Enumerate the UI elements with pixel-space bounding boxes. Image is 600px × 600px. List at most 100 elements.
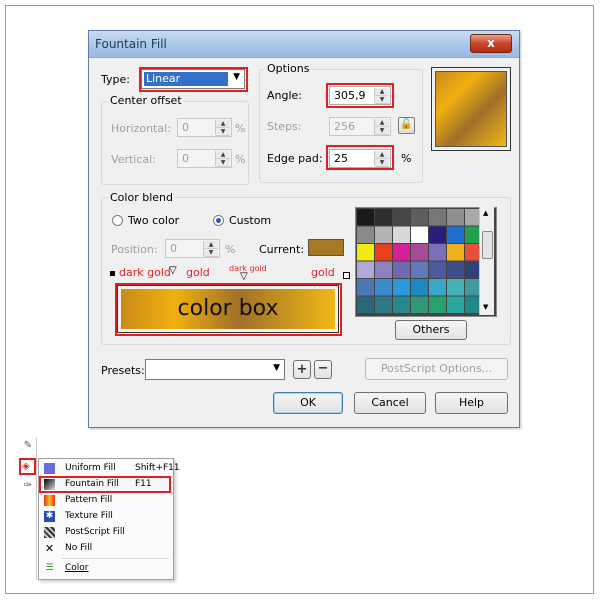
vertical-spinner[interactable]: 0 ▲ ▼ <box>177 149 232 168</box>
spin-down-icon[interactable]: ▼ <box>216 128 230 136</box>
palette-swatch[interactable] <box>393 226 410 244</box>
menu-item-texture-fill[interactable]: ✱ Texture Fill <box>40 509 172 524</box>
add-preset-icon[interactable]: + <box>293 360 311 379</box>
menu-item-color[interactable]: ☰ Color <box>40 561 172 576</box>
palette-swatch[interactable] <box>447 226 464 244</box>
palette-swatch[interactable] <box>411 209 428 226</box>
palette-swatch[interactable] <box>447 244 464 261</box>
pen-tool-icon[interactable]: ✎ <box>22 440 34 452</box>
palette-swatch[interactable] <box>393 261 410 279</box>
end-marker[interactable] <box>343 272 350 279</box>
cancel-button[interactable]: Cancel <box>354 392 426 414</box>
palette-swatch[interactable] <box>393 209 410 226</box>
gradient-preview-fill <box>435 71 507 147</box>
two-color-label[interactable]: Two color <box>128 214 179 227</box>
menu-item-label: PostScript Fill <box>65 527 125 537</box>
close-button[interactable]: x <box>470 34 512 53</box>
palette-swatch[interactable] <box>357 209 374 226</box>
spin-down-icon[interactable]: ▼ <box>216 159 230 167</box>
palette-swatch[interactable] <box>375 296 392 314</box>
palette-swatch[interactable] <box>357 261 374 279</box>
annotation-gold-right: gold <box>311 266 335 279</box>
help-button[interactable]: Help <box>435 392 508 414</box>
palette-swatch[interactable] <box>411 261 428 279</box>
remove-preset-icon[interactable]: − <box>314 360 332 379</box>
custom-label[interactable]: Custom <box>229 214 271 227</box>
menu-item-shortcut: Shift+F11 <box>135 463 180 473</box>
edge-pad-unit: % <box>401 152 412 165</box>
palette-swatch[interactable] <box>411 279 428 296</box>
custom-radio[interactable] <box>213 215 224 226</box>
palette-swatch[interactable] <box>429 209 446 226</box>
position-spinner[interactable]: 0 ▲ ▼ <box>165 239 220 258</box>
spin-up-icon[interactable]: ▲ <box>216 120 230 128</box>
triangle-marker-icon[interactable]: ▽ <box>169 265 177 276</box>
palette-swatch[interactable] <box>393 296 410 314</box>
palette-swatch[interactable] <box>429 279 446 296</box>
interactive-fill-icon[interactable]: ✑ <box>22 480 34 492</box>
palette-swatch[interactable] <box>393 244 410 261</box>
palette-swatch[interactable] <box>411 244 428 261</box>
menu-item-uniform-fill[interactable]: Uniform Fill Shift+F11 <box>40 461 180 476</box>
start-marker[interactable] <box>110 271 115 276</box>
scroll-down-icon[interactable]: ▼ <box>483 303 488 311</box>
palette-swatch[interactable] <box>429 261 446 279</box>
spin-up-icon[interactable]: ▲ <box>216 151 230 159</box>
scroll-thumb[interactable] <box>482 231 493 259</box>
palette-swatch[interactable] <box>429 296 446 314</box>
palette-swatch[interactable] <box>447 209 464 226</box>
triangle-marker-icon[interactable]: ▽ <box>240 271 248 282</box>
palette-swatch[interactable] <box>375 209 392 226</box>
palette-swatch[interactable] <box>429 226 446 244</box>
annotation-dark-gold-left: dark gold <box>119 266 171 279</box>
palette-swatch[interactable] <box>447 261 464 279</box>
spin-down-icon[interactable]: ▼ <box>204 249 218 257</box>
palette-swatch[interactable] <box>375 244 392 261</box>
menu-item-no-fill[interactable]: ✕ No Fill <box>40 541 172 556</box>
current-label: Current: <box>259 243 305 256</box>
palette-swatch[interactable] <box>357 296 374 314</box>
palette-scrollbar[interactable]: ▲ ▼ <box>479 207 494 315</box>
color-palette <box>355 207 497 317</box>
scroll-up-icon[interactable]: ▲ <box>483 209 488 217</box>
title-bar: Fountain Fill x <box>89 31 519 58</box>
edge-pad-label: Edge pad: <box>267 152 323 165</box>
steps-label: Steps: <box>267 120 302 133</box>
palette-swatch[interactable] <box>375 261 392 279</box>
palette-swatch[interactable] <box>375 279 392 296</box>
palette-swatch[interactable] <box>411 226 428 244</box>
color-blend-title: Color blend <box>108 191 175 204</box>
spin-up-icon[interactable]: ▲ <box>375 119 389 127</box>
palette-swatch[interactable] <box>393 279 410 296</box>
others-button[interactable]: Others <box>395 320 467 340</box>
steps-spinner[interactable]: 256 ▲ ▼ <box>329 117 391 136</box>
angle-highlight <box>326 83 394 108</box>
palette-swatch[interactable] <box>357 226 374 244</box>
palette-swatch[interactable] <box>447 296 464 314</box>
vertical-label: Vertical: <box>111 153 156 166</box>
fountain-fill-highlight <box>39 476 171 493</box>
postscript-options-button[interactable]: PostScript Options... <box>365 358 508 380</box>
palette-swatch[interactable] <box>447 279 464 296</box>
vertical-value: 0 <box>182 152 189 165</box>
menu-item-pattern-fill[interactable]: Pattern Fill <box>40 493 172 508</box>
palette-swatch[interactable] <box>357 244 374 261</box>
palette-swatch[interactable] <box>357 279 374 296</box>
horizontal-spinner[interactable]: 0 ▲ ▼ <box>177 118 232 137</box>
current-color-swatch[interactable] <box>308 239 344 256</box>
lock-icon[interactable]: 🔓 <box>398 117 415 134</box>
menu-item-postscript-fill[interactable]: PostScript Fill <box>40 525 172 540</box>
gradient-preview <box>431 67 511 151</box>
palette-swatch[interactable] <box>429 244 446 261</box>
fill-tool-button[interactable]: ◈ <box>19 458 36 475</box>
palette-swatch[interactable] <box>411 296 428 314</box>
ok-button[interactable]: OK <box>273 392 343 414</box>
two-color-radio[interactable] <box>112 215 123 226</box>
annotation-gold-left: gold <box>186 266 210 279</box>
postscript-fill-icon <box>44 527 55 538</box>
spin-up-icon[interactable]: ▲ <box>204 241 218 249</box>
palette-swatch[interactable] <box>375 226 392 244</box>
presets-select[interactable]: ▼ <box>145 359 285 380</box>
color-palette-grid[interactable] <box>356 208 496 316</box>
spin-down-icon[interactable]: ▼ <box>375 127 389 135</box>
